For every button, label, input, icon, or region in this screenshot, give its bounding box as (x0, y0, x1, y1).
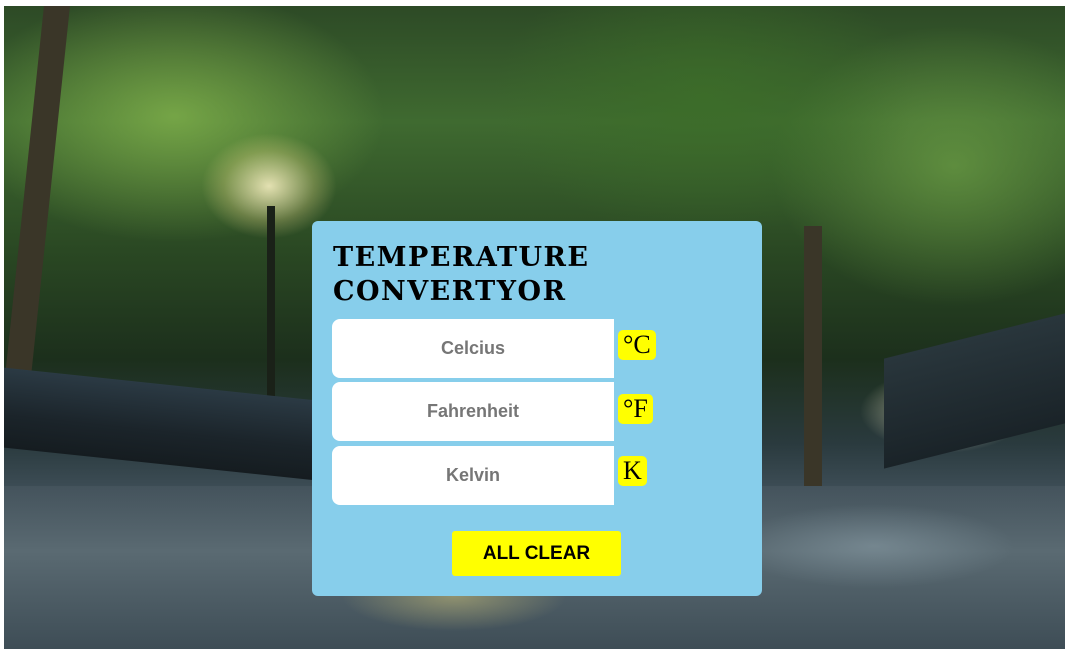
kelvin-input[interactable] (332, 446, 614, 505)
all-clear-button[interactable]: ALL CLEAR (452, 531, 621, 576)
fahrenheit-unit-badge: °F (618, 394, 653, 424)
converter-card: TEMPERATURE CONVERTYOR °C °F K ALL CLEAR (312, 221, 762, 596)
page: TEMPERATURE CONVERTYOR °C °F K ALL CLEAR (0, 0, 1069, 654)
tree-trunk (804, 226, 822, 486)
kelvin-unit-badge: K (618, 456, 647, 486)
tree-trunk (4, 6, 70, 386)
fahrenheit-input[interactable] (332, 382, 614, 441)
celsius-unit-badge: °C (618, 330, 656, 360)
park-bench (884, 313, 1065, 469)
celsius-input[interactable] (332, 319, 614, 378)
converter-title: TEMPERATURE CONVERTYOR (333, 242, 590, 307)
street-lamp (267, 206, 275, 426)
